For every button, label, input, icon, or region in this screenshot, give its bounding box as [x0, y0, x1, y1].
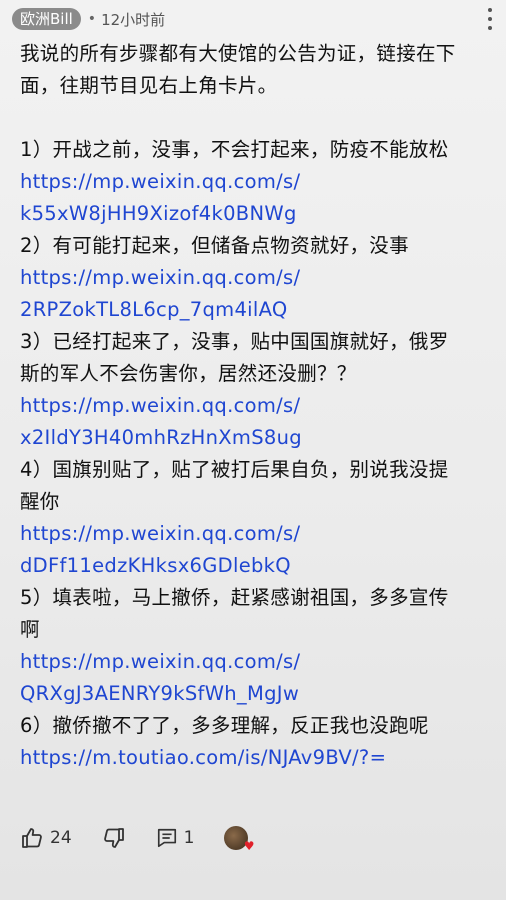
thumbs-up-icon: [22, 828, 42, 848]
comment-link[interactable]: https://mp.weixin.qq.com/s/: [20, 262, 502, 294]
comment-link[interactable]: https://m.toutiao.com/is/NJAv9BV/?=: [20, 742, 502, 774]
comment-text-line: 面，往期节目见右上角卡片。: [20, 74, 278, 97]
like-button[interactable]: 24: [20, 826, 72, 850]
comment-text-line: 啊: [20, 618, 40, 641]
comment-link[interactable]: QRXgJ3AENRY9kSfWh_MgJw: [20, 678, 502, 710]
comment-text-line: 4）国旗别贴了，贴了被打后果自负，别说我没提: [20, 458, 449, 481]
author-name[interactable]: 欧洲Bill: [12, 8, 81, 30]
comment-body: 我说的所有步骤都有大使馆的公告为证，链接在下 面，往期节目见右上角卡片。 1）开战之…: [20, 38, 502, 774]
comment-link[interactable]: 2RPZokTL8L6cp_7qm4ilAQ: [20, 294, 502, 326]
avatar: ♥: [224, 826, 254, 852]
dislike-button[interactable]: [102, 826, 126, 850]
like-count: 24: [50, 828, 72, 848]
comment-text-line: 1）开战之前，没事，不会打起来，防疫不能放松: [20, 138, 449, 161]
comment-link[interactable]: https://mp.weixin.qq.com/s/: [20, 390, 502, 422]
comment-text-line: 醒你: [20, 490, 60, 513]
comment-text-line: 5）填表啦，马上撤侨，赶紧感谢祖国，多多宣传: [20, 586, 449, 609]
comment-actions: 24 1 ♥: [20, 822, 278, 854]
more-vertical-icon[interactable]: [486, 8, 494, 30]
reply-count: 1: [183, 828, 195, 848]
comment-link[interactable]: https://mp.weixin.qq.com/s/: [20, 166, 502, 198]
comment-icon: [157, 828, 176, 848]
creator-heart: ♥: [224, 826, 254, 852]
separator-dot: •: [87, 11, 97, 27]
reply-button[interactable]: 1: [156, 827, 195, 849]
comment-link[interactable]: https://mp.weixin.qq.com/s/: [20, 518, 502, 550]
comment-time: 12小时前: [101, 10, 166, 29]
comment-screen: 欧洲Bill • 12小时前 我说的所有步骤都有大使馆的公告为证，链接在下 面，往…: [0, 0, 506, 900]
comment-text-line: 2）有可能打起来，但储备点物资就好，没事: [20, 234, 409, 257]
comment-header: 欧洲Bill • 12小时前: [12, 6, 494, 32]
comment-text-line: 斯的军人不会伤害你，居然还没删？？: [20, 362, 357, 385]
comment-link[interactable]: https://mp.weixin.qq.com/s/: [20, 646, 502, 678]
comment-text-line: 我说的所有步骤都有大使馆的公告为证，链接在下: [20, 42, 456, 65]
comment-text-line: 6）撤侨撤不了了，多多理解，反正我也没跑呢: [20, 714, 429, 737]
comment-text-line: 3）已经打起来了，没事，贴中国国旗就好，俄罗: [20, 330, 449, 353]
comment-link[interactable]: x2IldY3H40mhRzHnXmS8ug: [20, 422, 502, 454]
comment-link[interactable]: k55xW8jHH9Xizof4k0BNWg: [20, 198, 502, 230]
thumbs-down-icon: [103, 828, 124, 848]
comment-link[interactable]: dDFf11edzKHksx6GDlebkQ: [20, 550, 502, 582]
heart-icon: ♥: [243, 839, 255, 853]
